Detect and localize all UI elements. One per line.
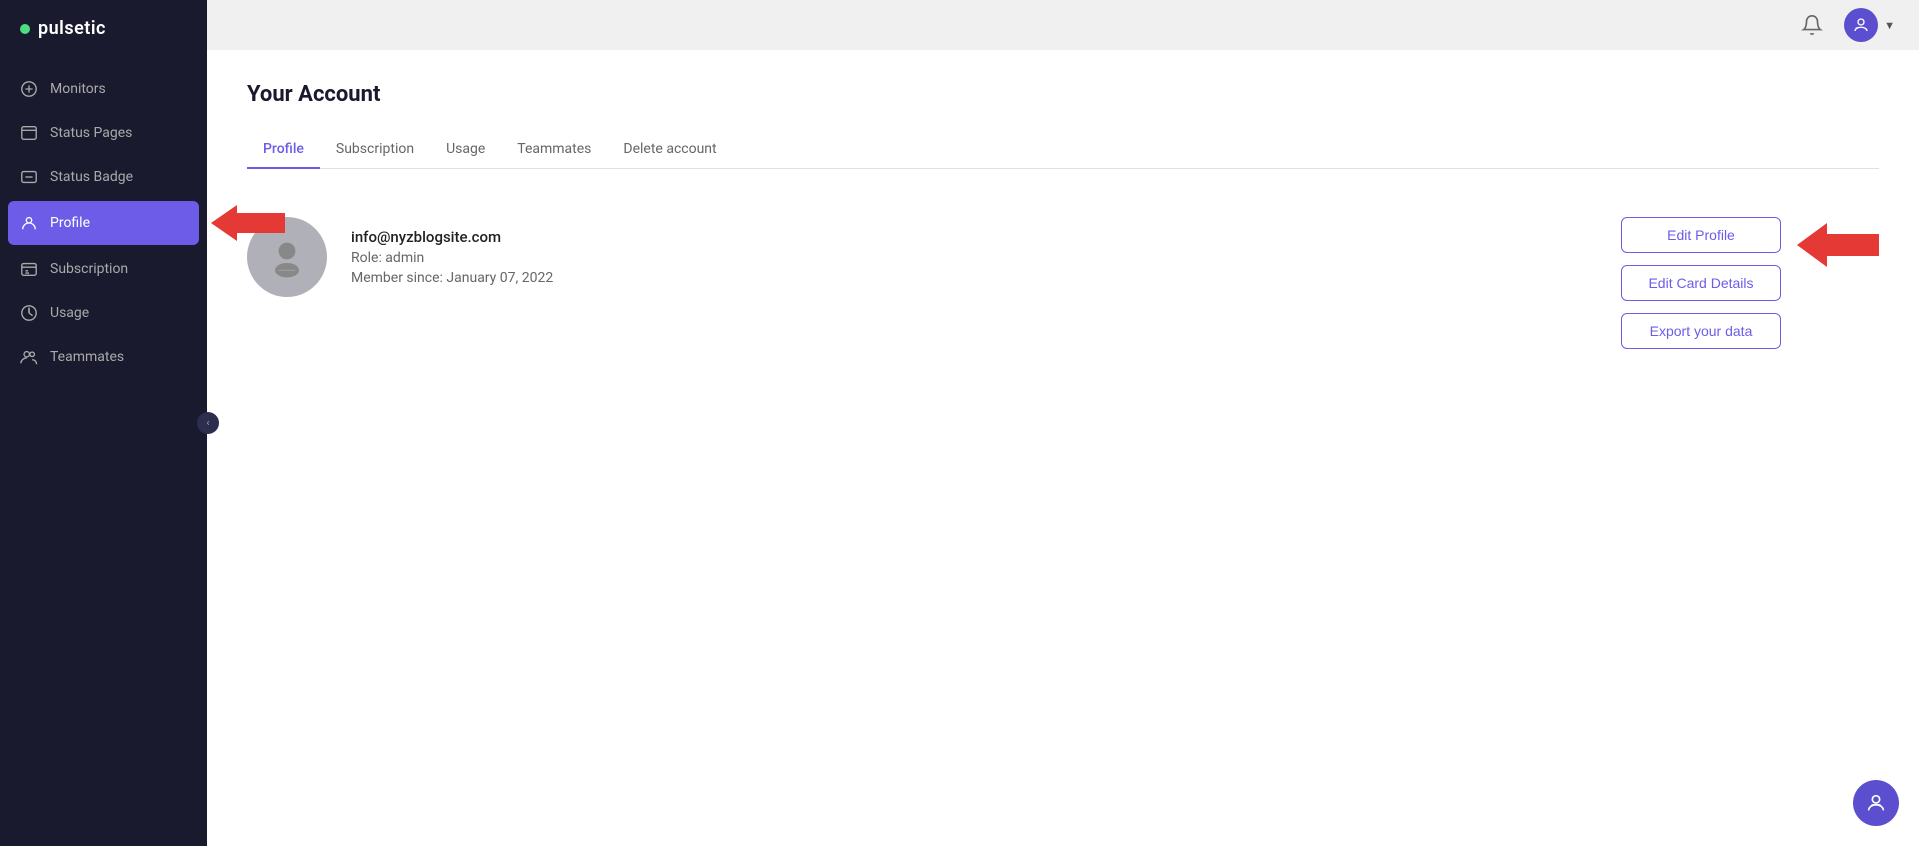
sidebar-item-profile[interactable]: Profile <box>8 201 199 245</box>
sidebar-item-status-pages[interactable]: Status Pages <box>0 111 207 155</box>
teammates-icon <box>20 348 38 366</box>
sidebar-item-teammates[interactable]: Teammates <box>0 335 207 379</box>
profile-info: info@nyzblogsite.com Role: admin Member … <box>351 228 553 286</box>
sidebar-item-subscription[interactable]: Subscription <box>0 247 207 291</box>
profile-label: Profile <box>50 215 90 231</box>
tab-delete-account[interactable]: Delete account <box>607 131 732 169</box>
page-title: Your Account <box>247 82 1879 107</box>
profile-email: info@nyzblogsite.com <box>351 228 553 246</box>
profile-role: Role: admin <box>351 250 553 266</box>
button-group: Edit Profile Edit Card Details Export yo… <box>1621 217 1781 349</box>
status-badge-label: Status Badge <box>50 169 133 185</box>
sidebar-item-monitors[interactable]: Monitors <box>0 67 207 111</box>
buttons-area: Edit Profile Edit Card Details Export yo… <box>1621 217 1879 349</box>
sidebar-item-status-badge[interactable]: Status Badge <box>0 155 207 199</box>
subscription-icon <box>20 260 38 278</box>
status-pages-icon <box>20 124 38 142</box>
export-data-button[interactable]: Export your data <box>1621 313 1781 349</box>
status-badge-icon <box>20 168 38 186</box>
logo-dot <box>20 24 30 34</box>
topbar-chevron: ▼ <box>1884 19 1895 32</box>
sidebar-item-usage[interactable]: Usage <box>0 291 207 335</box>
notification-bell[interactable] <box>1796 9 1828 41</box>
profile-section: info@nyzblogsite.com Role: admin Member … <box>247 201 1879 365</box>
logo: pulsetic <box>0 0 207 57</box>
content: Your Account Profile Subscription Usage … <box>207 50 1919 846</box>
teammates-label: Teammates <box>50 349 124 365</box>
topbar-user[interactable]: ▼ <box>1844 8 1895 42</box>
profile-member-since: Member since: January 07, 2022 <box>351 270 553 286</box>
tab-usage[interactable]: Usage <box>430 131 501 169</box>
tab-subscription[interactable]: Subscription <box>320 131 430 169</box>
monitor-icon <box>20 80 38 98</box>
sidebar-toggle[interactable]: ‹ <box>197 412 219 434</box>
profile-left: info@nyzblogsite.com Role: admin Member … <box>247 217 553 297</box>
edit-profile-button[interactable]: Edit Profile <box>1621 217 1781 253</box>
edit-profile-arrow <box>1797 223 1879 267</box>
topbar-avatar <box>1844 8 1878 42</box>
subscription-label: Subscription <box>50 261 128 277</box>
usage-icon <box>20 304 38 322</box>
tab-teammates[interactable]: Teammates <box>501 131 607 169</box>
logo-text: pulsetic <box>38 18 106 39</box>
sidebar-nav: Monitors Status Pages Status Badge <box>0 57 207 846</box>
edit-card-details-button[interactable]: Edit Card Details <box>1621 265 1781 301</box>
status-pages-label: Status Pages <box>50 125 132 141</box>
topbar: ▼ <box>207 0 1919 50</box>
tab-profile[interactable]: Profile <box>247 131 320 169</box>
sidebar-arrow <box>211 205 285 241</box>
tabs: Profile Subscription Usage Teammates Del… <box>247 131 1879 169</box>
content-inner: Your Account Profile Subscription Usage … <box>207 50 1919 846</box>
usage-label: Usage <box>50 305 89 321</box>
main: ▼ Your Account Profile Subscription Usag… <box>207 0 1919 846</box>
monitors-label: Monitors <box>50 81 106 97</box>
profile-icon <box>20 214 38 232</box>
bottom-floating-avatar[interactable] <box>1853 780 1899 826</box>
sidebar: pulsetic Monitors Status Pages <box>0 0 207 846</box>
